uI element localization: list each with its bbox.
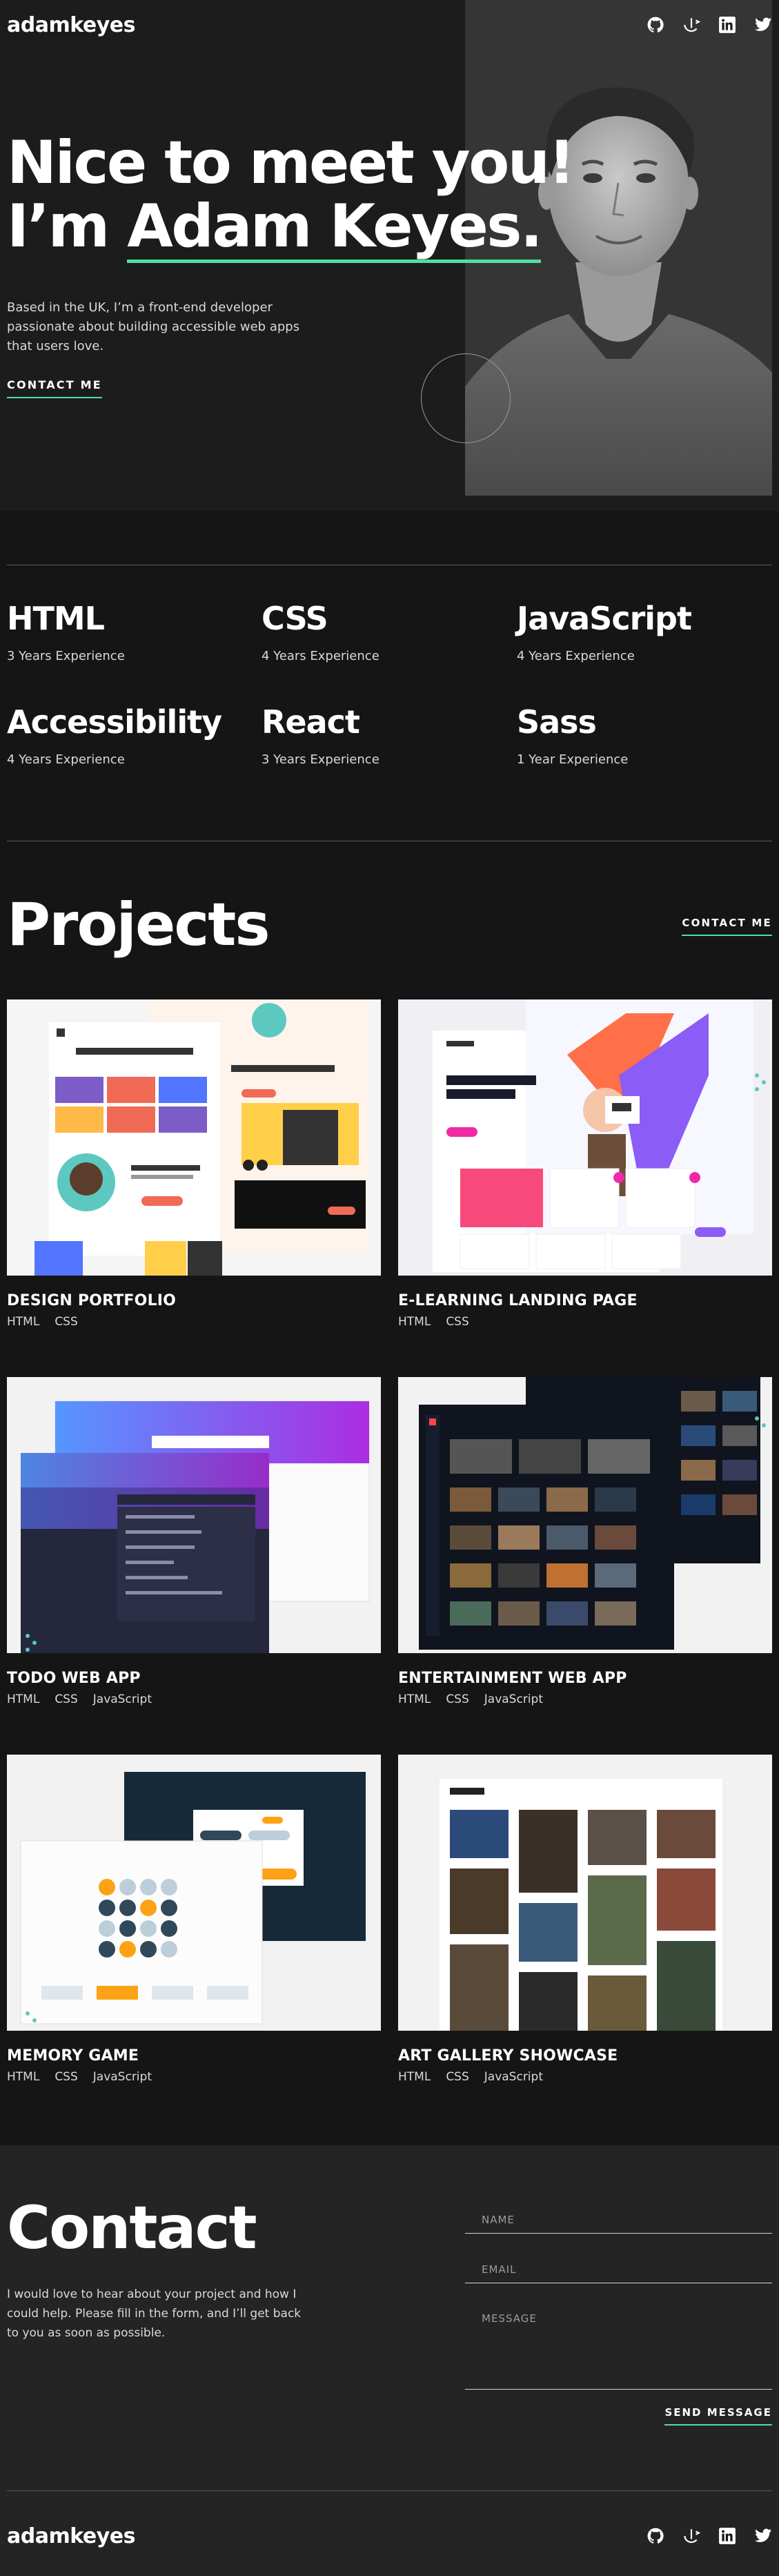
skill-name: Sass [517, 703, 597, 741]
divider [7, 2490, 772, 2491]
skill-experience: 3 Years Experience [262, 752, 379, 767]
skill-name: React [262, 703, 360, 741]
project-name[interactable]: ART GALLERY SHOWCASE [398, 2047, 772, 2065]
twitter-icon[interactable] [754, 16, 772, 34]
project-card[interactable]: MEMORY GAME HTML CSS JavaScript [7, 1755, 381, 2084]
skill-item: HTML 3 Years Experience [7, 601, 241, 663]
skill-name: Accessibility [7, 703, 222, 741]
project-card[interactable]: ART GALLERY SHOWCASE HTML CSS JavaScript [398, 1755, 772, 2084]
project-name[interactable]: DESIGN PORTFOLIO [7, 1292, 381, 1309]
frontend-mentor-icon[interactable] [682, 16, 700, 34]
project-thumbnail[interactable] [398, 1755, 772, 2031]
skill-item: React 3 Years Experience [262, 704, 496, 767]
project-card[interactable]: DESIGN PORTFOLIO HTML CSS [7, 999, 381, 1329]
project-tag: JavaScript [484, 1692, 543, 1706]
github-icon[interactable] [647, 16, 664, 34]
contact-form: SEND MESSAGE [465, 2206, 772, 2426]
skill-name: CSS [262, 600, 328, 637]
project-tags: HTML CSS JavaScript [398, 2070, 772, 2084]
skill-item: JavaScript 4 Years Experience [517, 601, 751, 663]
project-tag: CSS [446, 2070, 469, 2084]
project-tag: JavaScript [484, 2070, 543, 2084]
skill-experience: 1 Year Experience [517, 752, 629, 767]
project-tag: HTML [7, 1692, 40, 1706]
project-tags: HTML CSS [398, 1315, 772, 1329]
projects-title: Projects [7, 890, 270, 959]
send-message-button[interactable]: SEND MESSAGE [664, 2406, 772, 2426]
decorative-ring [421, 353, 511, 443]
project-thumbnail[interactable] [398, 999, 772, 1276]
project-name[interactable]: TODO WEB APP [7, 1670, 381, 1687]
project-tag: JavaScript [92, 2070, 152, 2084]
skill-name: HTML [7, 600, 105, 637]
project-thumbnail[interactable] [398, 1377, 772, 1653]
project-thumbnail[interactable] [7, 1377, 381, 1653]
skill-item: CSS 4 Years Experience [262, 601, 496, 663]
project-tag: CSS [446, 1315, 469, 1329]
frontend-mentor-icon[interactable] [682, 2527, 700, 2545]
twitter-icon[interactable] [754, 2527, 772, 2545]
skill-experience: 4 Years Experience [517, 649, 635, 663]
project-tag: HTML [7, 1315, 40, 1329]
skill-item: Accessibility 4 Years Experience [7, 704, 241, 767]
message-input[interactable] [465, 2305, 772, 2390]
project-name[interactable]: E-LEARNING LANDING PAGE [398, 1292, 772, 1309]
hero-description: Based in the UK, I’m a front-end develop… [7, 300, 300, 353]
project-tags: HTML CSS [7, 1315, 381, 1329]
projects-contact-button[interactable]: CONTACT ME [682, 917, 772, 936]
hero-title-name: Adam Keyes. [127, 195, 543, 263]
skill-experience: 4 Years Experience [262, 649, 379, 663]
project-tag: JavaScript [92, 1692, 152, 1706]
project-card[interactable]: TODO WEB APP HTML CSS JavaScript [7, 1377, 381, 1706]
contact-description: I would love to hear about your project … [7, 2287, 302, 2340]
hero-title-line1: Nice to meet you! [7, 128, 575, 197]
site-footer: adamkeyes [7, 2519, 772, 2553]
skill-experience: 3 Years Experience [7, 649, 125, 663]
project-tag: HTML [398, 1315, 431, 1329]
project-tag: CSS [55, 2070, 78, 2084]
project-tags: HTML CSS JavaScript [7, 1692, 381, 1706]
hero-title-prefix: I’m [7, 192, 128, 261]
project-tag: CSS [55, 1315, 78, 1329]
project-tag: HTML [398, 1692, 431, 1706]
skill-experience: 4 Years Experience [7, 752, 125, 767]
project-tags: HTML CSS JavaScript [398, 1692, 772, 1706]
hero-title-line2: I’m Adam Keyes. [7, 192, 543, 263]
project-thumbnail[interactable] [7, 999, 381, 1276]
name-input[interactable] [465, 2206, 772, 2234]
project-name[interactable]: ENTERTAINMENT WEB APP [398, 1670, 772, 1687]
github-icon[interactable] [647, 2527, 664, 2545]
project-card[interactable]: E-LEARNING LANDING PAGE HTML CSS [398, 999, 772, 1329]
project-thumbnail[interactable] [7, 1755, 381, 2031]
project-tag: CSS [446, 1692, 469, 1706]
hero-title: Nice to meet you! I’m Adam Keyes. [7, 128, 575, 263]
email-input[interactable] [465, 2256, 772, 2283]
social-links [647, 16, 772, 34]
hero-contact-button[interactable]: CONTACT ME [7, 378, 102, 398]
linkedin-icon[interactable] [718, 2527, 736, 2545]
site-header: adamkeyes [7, 8, 772, 41]
skill-name: JavaScript [517, 600, 692, 637]
footer-social-links [647, 2527, 772, 2545]
project-tags: HTML CSS JavaScript [7, 2070, 381, 2084]
linkedin-icon[interactable] [718, 16, 736, 34]
project-card[interactable]: ENTERTAINMENT WEB APP HTML CSS JavaScrip… [398, 1377, 772, 1706]
footer-logo[interactable]: adamkeyes [7, 2524, 135, 2548]
skill-item: Sass 1 Year Experience [517, 704, 751, 767]
project-tag: CSS [55, 1692, 78, 1706]
project-tag: HTML [398, 2070, 431, 2084]
project-name[interactable]: MEMORY GAME [7, 2047, 381, 2065]
contact-title: Contact [7, 2194, 257, 2263]
logo[interactable]: adamkeyes [7, 13, 135, 37]
project-tag: HTML [7, 2070, 40, 2084]
